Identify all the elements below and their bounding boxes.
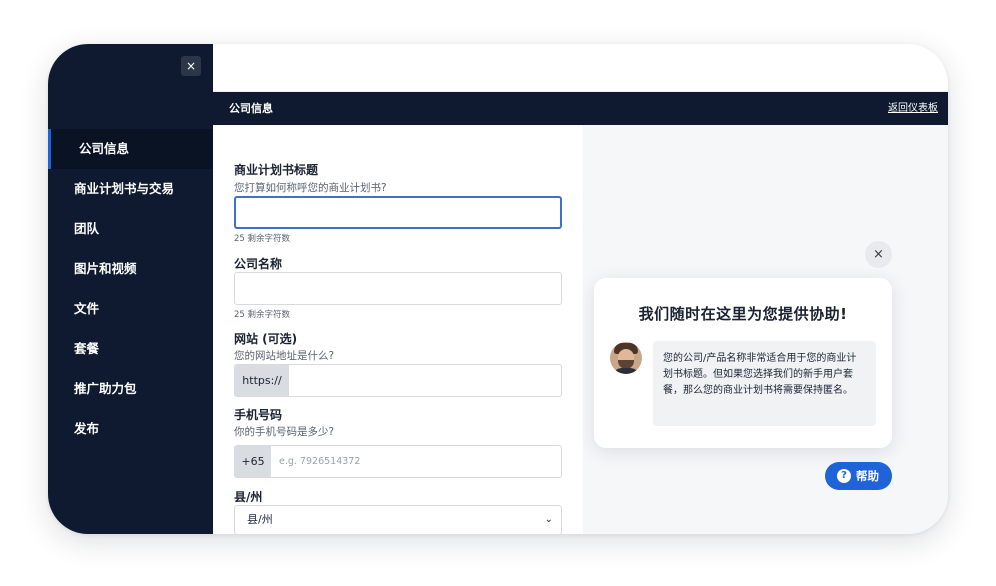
chevron-down-icon: ⌄ <box>544 514 553 525</box>
phone-country-code[interactable]: +65 <box>235 446 271 477</box>
state-selected-value: 县/州 <box>247 513 273 526</box>
website-input[interactable] <box>289 365 561 396</box>
phone-field[interactable]: +65 <box>234 445 562 478</box>
page-title: 公司信息 <box>229 102 273 115</box>
website-field[interactable]: https:// <box>234 364 562 397</box>
phone-input[interactable] <box>271 446 561 477</box>
form-panel: 商业计划书标题 您打算如何称呼您的商业计划书? 25 剩余字符数 公司名称 25… <box>213 125 583 534</box>
sidebar-nav: 公司信息 商业计划书与交易 团队 图片和视频 文件 套餐 推广助力包 发布 <box>48 129 213 449</box>
plan-title-label: 商业计划书标题 <box>234 163 319 177</box>
help-close-icon[interactable]: × <box>865 241 892 268</box>
help-message: 您的公司/产品名称非常适合用于您的商业计划书标题。但如果您选择我们的新手用户套餐… <box>653 341 876 426</box>
sidebar-item-boost[interactable]: 推广助力包 <box>48 369 213 409</box>
plan-title-counter: 25 剩余字符数 <box>234 234 291 244</box>
avatar <box>610 342 642 374</box>
plan-title-input[interactable] <box>236 198 560 227</box>
top-bar <box>213 44 948 92</box>
sidebar-item-documents[interactable]: 文件 <box>48 289 213 329</box>
sidebar-item-packages[interactable]: 套餐 <box>48 329 213 369</box>
phone-hint: 你的手机号码是多少? <box>234 426 335 438</box>
website-label: 网站 (可选) <box>234 332 298 346</box>
back-to-dashboard-link[interactable]: 返回仪表板 <box>888 92 938 125</box>
company-name-input[interactable] <box>235 273 561 304</box>
sidebar-close-icon[interactable]: × <box>181 56 201 76</box>
sidebar-item-company-info[interactable]: 公司信息 <box>48 129 213 169</box>
section-header: 公司信息 返回仪表板 <box>213 92 948 125</box>
website-hint: 您的网站地址是什么? <box>234 350 335 362</box>
company-name-label: 公司名称 <box>234 257 283 271</box>
help-button[interactable]: ? 帮助 <box>825 462 892 490</box>
state-select[interactable]: 县/州 ⌄ <box>234 505 562 534</box>
sidebar-item-business-plan[interactable]: 商业计划书与交易 <box>48 169 213 209</box>
company-name-counter: 25 剩余字符数 <box>234 310 291 320</box>
website-prefix: https:// <box>235 365 289 396</box>
help-card: 我们随时在这里为您提供协助! 您的公司/产品名称非常适合用于您的商业计划书标题。… <box>594 278 892 448</box>
company-name-field[interactable] <box>234 272 562 305</box>
sidebar: × 公司信息 商业计划书与交易 团队 图片和视频 文件 套餐 推广助力包 发布 <box>48 44 213 534</box>
phone-label: 手机号码 <box>234 408 283 422</box>
plan-title-field[interactable] <box>234 196 562 229</box>
website-input-wrap <box>289 365 561 396</box>
phone-input-wrap <box>271 446 561 477</box>
sidebar-item-team[interactable]: 团队 <box>48 209 213 249</box>
question-icon: ? <box>837 469 851 483</box>
state-label: 县/州 <box>234 490 263 504</box>
sidebar-item-media[interactable]: 图片和视频 <box>48 249 213 289</box>
sidebar-item-publish[interactable]: 发布 <box>48 409 213 449</box>
help-button-label: 帮助 <box>856 469 879 483</box>
plan-title-hint: 您打算如何称呼您的商业计划书? <box>234 182 387 194</box>
help-title: 我们随时在这里为您提供协助! <box>638 305 848 323</box>
